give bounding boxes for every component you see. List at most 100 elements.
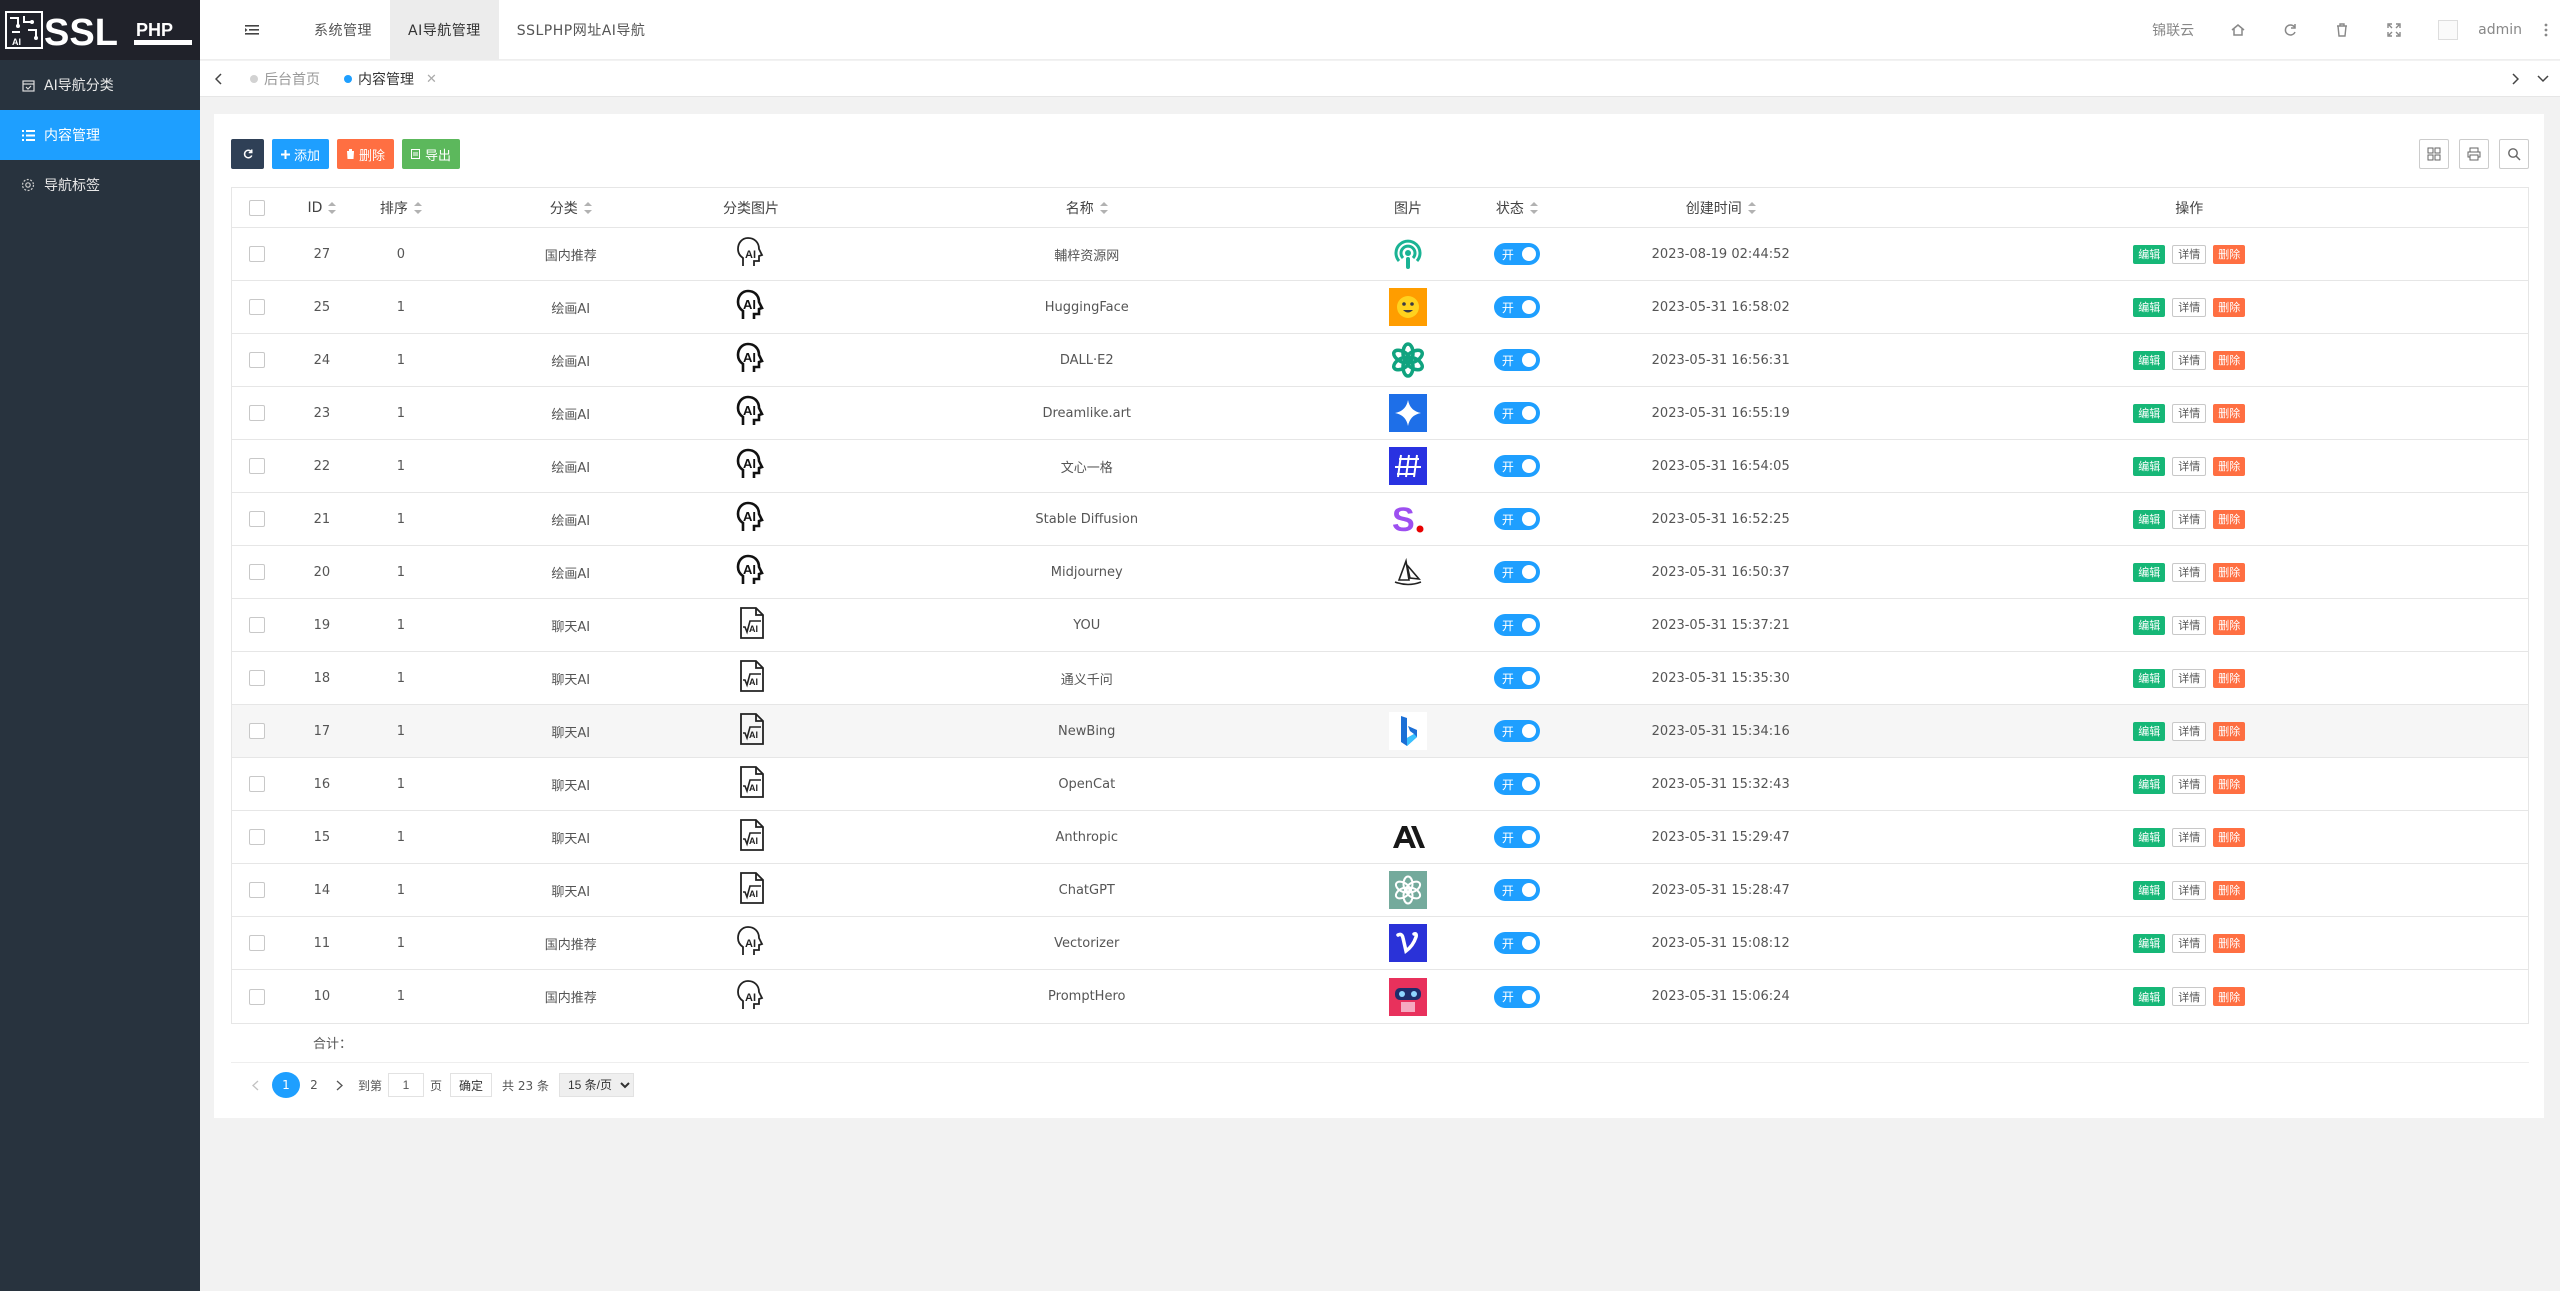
refresh-table-button[interactable] bbox=[231, 139, 264, 169]
midjourney-logo[interactable] bbox=[1388, 553, 1427, 592]
delete-button[interactable]: 删除 bbox=[2213, 297, 2246, 317]
edit-button[interactable]: 编辑 bbox=[2133, 350, 2166, 370]
row-checkbox[interactable] bbox=[248, 299, 265, 315]
fullscreen-button[interactable] bbox=[2368, 0, 2420, 60]
edit-button[interactable]: 编辑 bbox=[2133, 933, 2166, 953]
edit-button[interactable]: 编辑 bbox=[2133, 509, 2166, 529]
doc-ai-icon[interactable]: AI bbox=[733, 711, 769, 751]
delete-button[interactable]: 删除 bbox=[2213, 880, 2246, 900]
delete-button[interactable]: 删除 bbox=[2213, 456, 2246, 476]
tab-dashboard[interactable]: 后台首页 bbox=[240, 61, 334, 97]
delete-button[interactable]: 删除 bbox=[2213, 509, 2246, 529]
status-toggle[interactable]: 开 bbox=[1493, 614, 1540, 636]
batch-delete-button[interactable]: 删除 bbox=[337, 139, 395, 169]
sort-icon[interactable] bbox=[413, 201, 422, 214]
edit-button[interactable]: 编辑 bbox=[2133, 827, 2166, 847]
openai-green-logo[interactable] bbox=[1388, 341, 1427, 380]
goto-page-input[interactable] bbox=[388, 1073, 425, 1097]
wenxin-logo[interactable] bbox=[1388, 447, 1427, 486]
status-toggle[interactable]: 开 bbox=[1493, 879, 1540, 901]
doc-ai-icon[interactable]: AI bbox=[733, 764, 769, 804]
top-menu-sslphp-site[interactable]: SSLPHP网址AI导航 bbox=[499, 0, 664, 60]
edit-button[interactable]: 编辑 bbox=[2133, 297, 2166, 317]
row-checkbox[interactable] bbox=[248, 405, 265, 421]
detail-button[interactable]: 详情 bbox=[2172, 721, 2207, 741]
delete-button[interactable]: 删除 bbox=[2213, 615, 2246, 635]
th-name[interactable]: 名称 bbox=[801, 188, 1374, 227]
edit-button[interactable]: 编辑 bbox=[2133, 880, 2166, 900]
dreamlike-logo[interactable] bbox=[1388, 394, 1427, 433]
status-toggle[interactable]: 开 bbox=[1493, 296, 1540, 318]
status-toggle[interactable]: 开 bbox=[1493, 243, 1540, 265]
home-button[interactable] bbox=[2212, 0, 2264, 60]
chatgpt-logo[interactable] bbox=[1388, 871, 1427, 910]
stability-logo[interactable]: S bbox=[1388, 500, 1427, 539]
detail-button[interactable]: 详情 bbox=[2172, 297, 2207, 317]
doc-ai-icon[interactable]: AI bbox=[733, 605, 769, 645]
detail-button[interactable]: 详情 bbox=[2172, 350, 2207, 370]
sort-icon[interactable] bbox=[1099, 201, 1108, 214]
head-ai-bold-icon[interactable]: AI bbox=[733, 446, 769, 486]
head-ai-icon[interactable]: AI bbox=[733, 923, 769, 963]
status-toggle[interactable]: 开 bbox=[1493, 508, 1540, 530]
goto-confirm-button[interactable]: 确定 bbox=[450, 1073, 493, 1097]
edit-button[interactable]: 编辑 bbox=[2133, 562, 2166, 582]
th-sort[interactable]: 排序 bbox=[362, 188, 440, 227]
prev-page-button[interactable] bbox=[244, 1072, 266, 1098]
sort-icon[interactable] bbox=[583, 201, 592, 214]
edit-button[interactable]: 编辑 bbox=[2133, 615, 2166, 635]
doc-ai-icon[interactable]: AI bbox=[733, 870, 769, 910]
head-ai-bold-icon[interactable]: AI bbox=[733, 340, 769, 380]
edit-button[interactable]: 编辑 bbox=[2133, 774, 2166, 794]
status-toggle[interactable]: 开 bbox=[1493, 349, 1540, 371]
status-toggle[interactable]: 开 bbox=[1493, 455, 1540, 477]
delete-button[interactable]: 删除 bbox=[2213, 774, 2246, 794]
export-button[interactable]: 导出 bbox=[402, 139, 461, 169]
head-ai-icon[interactable]: AI bbox=[733, 234, 769, 274]
detail-button[interactable]: 详情 bbox=[2172, 933, 2207, 953]
delete-button[interactable]: 删除 bbox=[2213, 987, 2246, 1006]
row-checkbox[interactable] bbox=[248, 617, 265, 633]
doc-ai-icon[interactable]: AI bbox=[733, 817, 769, 857]
row-checkbox[interactable] bbox=[248, 352, 265, 368]
doc-ai-icon[interactable]: AI bbox=[733, 658, 769, 698]
row-checkbox[interactable] bbox=[248, 723, 265, 739]
edit-button[interactable]: 编辑 bbox=[2133, 244, 2166, 264]
sidebar-item-ai-category[interactable]: AI导航分类 bbox=[0, 60, 200, 110]
head-ai-bold-icon[interactable]: AI bbox=[733, 393, 769, 433]
vectorizer-logo[interactable] bbox=[1388, 924, 1427, 963]
menu-toggle-icon[interactable] bbox=[244, 22, 260, 38]
detail-button[interactable]: 详情 bbox=[2172, 827, 2207, 847]
sort-icon[interactable] bbox=[1747, 201, 1756, 214]
row-checkbox[interactable] bbox=[248, 776, 265, 792]
delete-button[interactable]: 删除 bbox=[2213, 403, 2246, 423]
more-button[interactable] bbox=[2532, 0, 2560, 60]
status-toggle[interactable]: 开 bbox=[1493, 932, 1540, 954]
edit-button[interactable]: 编辑 bbox=[2133, 721, 2166, 741]
status-toggle[interactable]: 开 bbox=[1493, 667, 1540, 689]
row-checkbox[interactable] bbox=[248, 935, 265, 951]
detail-button[interactable]: 详情 bbox=[2172, 562, 2207, 582]
add-button[interactable]: 添加 bbox=[272, 139, 330, 169]
row-checkbox[interactable] bbox=[248, 988, 265, 1005]
edit-button[interactable]: 编辑 bbox=[2133, 403, 2166, 423]
status-toggle[interactable]: 开 bbox=[1493, 720, 1540, 742]
row-checkbox[interactable] bbox=[248, 670, 265, 686]
delete-button[interactable]: 删除 bbox=[2213, 721, 2246, 741]
th-id[interactable]: ID bbox=[282, 188, 362, 227]
head-ai-icon[interactable]: AI bbox=[733, 977, 769, 1017]
row-checkbox[interactable] bbox=[248, 564, 265, 580]
th-category[interactable]: 分类 bbox=[440, 188, 702, 227]
row-checkbox[interactable] bbox=[248, 882, 265, 898]
page-1[interactable]: 1 bbox=[272, 1072, 300, 1098]
status-toggle[interactable]: 开 bbox=[1493, 402, 1540, 424]
status-toggle[interactable]: 开 bbox=[1493, 773, 1540, 795]
th-created[interactable]: 创建时间 bbox=[1591, 188, 1851, 227]
top-menu-ai-nav[interactable]: AI导航管理 bbox=[390, 0, 499, 60]
search-button[interactable] bbox=[2499, 139, 2529, 169]
edit-button[interactable]: 编辑 bbox=[2133, 668, 2166, 688]
anthropic-logo[interactable] bbox=[1388, 818, 1427, 857]
status-toggle[interactable]: 开 bbox=[1493, 985, 1540, 1008]
print-button[interactable] bbox=[2459, 139, 2489, 169]
detail-button[interactable]: 详情 bbox=[2172, 774, 2207, 794]
